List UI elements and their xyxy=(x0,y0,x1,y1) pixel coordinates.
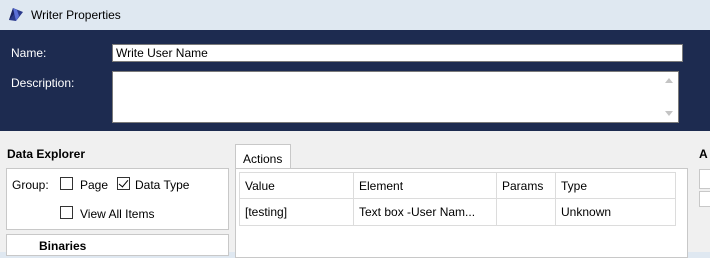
name-input[interactable] xyxy=(112,44,683,62)
data-type-label: Data Type xyxy=(135,178,190,192)
grouping-options: Group: Page Data Type View All Items xyxy=(6,168,229,230)
main-area: Data Explorer Group: Page Data Type View… xyxy=(0,131,710,258)
page-label: Page xyxy=(80,178,109,192)
window-title: Writer Properties xyxy=(31,8,121,22)
right-panel-field[interactable] xyxy=(699,169,710,189)
cell-element[interactable]: Text box -User Nam... xyxy=(353,198,497,226)
scroll-up-icon[interactable] xyxy=(665,78,673,83)
description-input[interactable] xyxy=(112,71,679,123)
scroll-down-icon[interactable] xyxy=(665,111,673,116)
actions-panel: Value Element Params Type [testing] Text… xyxy=(235,168,688,258)
title-bar: Writer Properties xyxy=(0,0,710,30)
column-header-params[interactable]: Params xyxy=(496,172,556,199)
binaries-label: Binaries xyxy=(39,239,87,253)
writer-icon xyxy=(9,8,23,21)
binaries-list[interactable]: Binaries xyxy=(6,234,229,256)
column-header-type[interactable]: Type xyxy=(555,172,676,199)
view-all-checkbox[interactable] xyxy=(60,206,73,219)
actions-table: Value Element Params Type [testing] Text… xyxy=(239,172,676,226)
description-scrollbar[interactable] xyxy=(661,72,678,122)
view-all-label: View All Items xyxy=(80,207,155,221)
description-label: Description: xyxy=(11,76,75,90)
cell-type[interactable]: Unknown xyxy=(555,198,676,226)
table-row[interactable]: [testing] Text box -User Nam... Unknown xyxy=(239,198,676,226)
group-label: Group: xyxy=(12,178,49,192)
column-header-value[interactable]: Value xyxy=(239,172,354,199)
cell-value[interactable]: [testing] xyxy=(239,198,354,226)
column-header-element[interactable]: Element xyxy=(353,172,497,199)
right-panel-field-2[interactable] xyxy=(699,191,710,207)
data-type-checkbox[interactable] xyxy=(117,177,130,190)
cell-params[interactable] xyxy=(496,198,556,226)
page-checkbox[interactable] xyxy=(60,177,73,190)
name-label: Name: xyxy=(11,46,47,60)
properties-header: Name: Description: xyxy=(0,30,710,131)
data-explorer-title: Data Explorer xyxy=(7,147,86,161)
right-panel-title: A xyxy=(699,147,708,161)
actions-header-row: Value Element Params Type xyxy=(239,172,676,199)
tab-actions[interactable]: Actions xyxy=(235,144,291,168)
